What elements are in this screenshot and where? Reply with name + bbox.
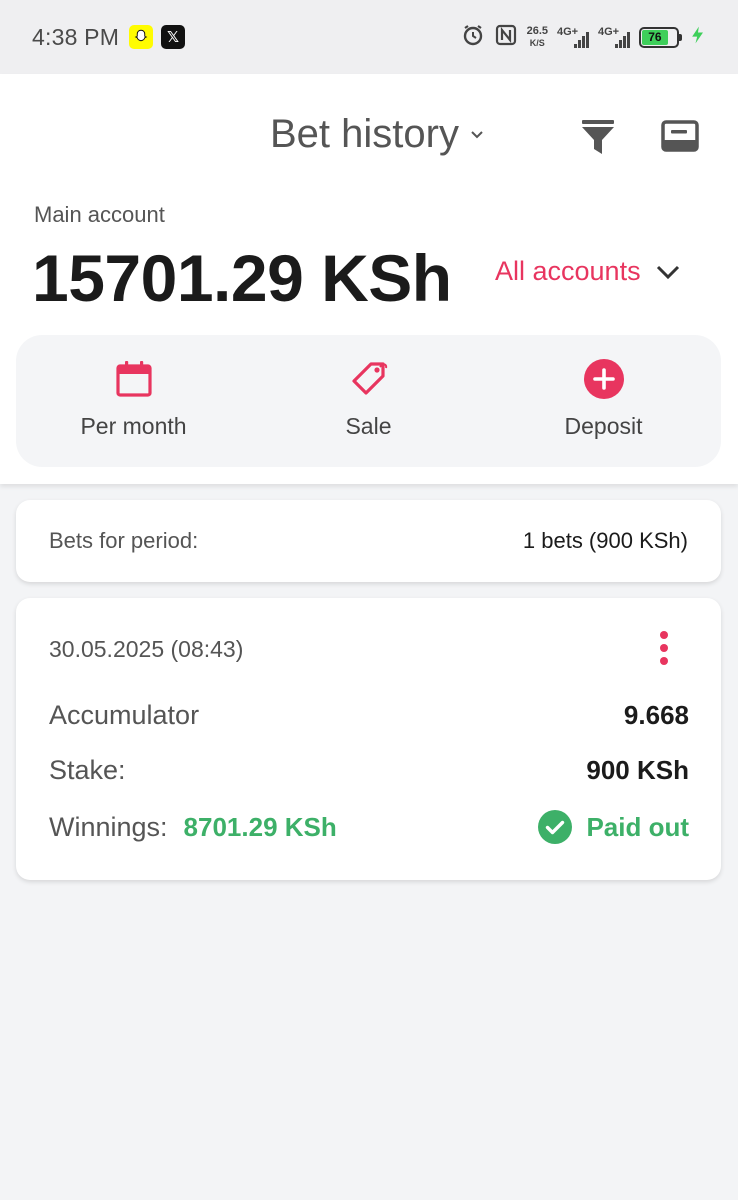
page-title-dropdown[interactable]: Bet history <box>270 112 485 157</box>
kebab-dot <box>660 644 668 652</box>
battery-indicator: 76 <box>639 26 682 48</box>
period-summary-card: Bets for period: 1 bets (900 KSh) <box>16 500 721 582</box>
kebab-dot <box>660 631 668 639</box>
stake-row: Stake: 900 KSh <box>49 755 689 786</box>
status-text: Paid out <box>586 811 689 842</box>
sale-button[interactable]: Sale <box>251 335 486 467</box>
deposit-button[interactable]: Deposit <box>486 335 721 467</box>
winnings-value: 8701.29 KSh <box>183 811 337 842</box>
chevron-down-icon <box>471 130 483 138</box>
bet-card[interactable]: 30.05.2025 (08:43) Accumulator 9.668 Sta… <box>16 598 721 880</box>
signal-2: 4G+ <box>598 26 630 48</box>
all-accounts-dropdown[interactable]: All accounts <box>495 256 681 287</box>
bet-type: Accumulator <box>49 700 200 730</box>
wallet-button[interactable] <box>660 116 700 156</box>
speed-unit: K/S <box>529 38 545 48</box>
chevron-down-icon <box>656 265 679 279</box>
alarm-icon <box>461 23 485 52</box>
status-badge: Paid out <box>538 810 689 844</box>
period-label: Bets for period: <box>49 528 199 553</box>
calendar-icon <box>115 361 152 397</box>
account-label: Main account <box>34 202 165 227</box>
per-month-label: Per month <box>80 413 187 439</box>
bet-odds: 9.668 <box>623 700 689 730</box>
page-title: Bet history <box>270 112 459 156</box>
kebab-dot <box>660 657 668 665</box>
more-options-button[interactable] <box>654 628 674 668</box>
filter-icon <box>582 120 614 154</box>
filter-button[interactable] <box>580 116 616 156</box>
bet-type-row: Accumulator 9.668 <box>49 700 689 731</box>
bet-date: 30.05.2025 (08:43) <box>49 636 244 662</box>
winnings-label: Winnings: <box>49 811 168 842</box>
account-balance: 15701.29 KSh <box>32 241 452 315</box>
winnings-row: Winnings: 8701.29 KSh Paid out <box>49 810 689 844</box>
winnings-group: Winnings: 8701.29 KSh <box>49 812 337 843</box>
deposit-label: Deposit <box>564 413 643 439</box>
check-circle-icon <box>538 810 573 844</box>
header-panel: Bet history Main account 15701.29 KSh Al… <box>0 74 738 484</box>
stake-value: 900 KSh <box>586 755 689 785</box>
wallet-icon <box>661 120 699 152</box>
network-speed: 26.5 K/S <box>527 25 548 49</box>
sale-label: Sale <box>345 413 392 439</box>
per-month-button[interactable]: Per month <box>16 335 251 467</box>
battery-level: 76 <box>642 29 668 45</box>
snapchat-icon <box>129 25 154 49</box>
status-bar: 4:38 PM 𝕏 26.5 K/S 4G+ 4G+ 76 <box>0 0 738 74</box>
nfc-icon <box>494 23 518 52</box>
x-app-icon: 𝕏 <box>161 25 186 49</box>
all-accounts-label: All accounts <box>495 256 641 286</box>
status-time: 4:38 PM <box>32 23 120 50</box>
speed-value: 26.5 <box>526 25 548 37</box>
plus-circle-icon <box>583 359 624 399</box>
title-row: Bet history <box>0 108 738 164</box>
quick-actions: Per month Sale Deposit <box>16 335 721 467</box>
stake-label: Stake: <box>49 755 126 785</box>
period-value: 1 bets (900 KSh) <box>522 528 688 553</box>
charging-icon <box>688 23 708 52</box>
signal-1: 4G+ <box>557 26 589 48</box>
tag-icon <box>351 362 387 395</box>
